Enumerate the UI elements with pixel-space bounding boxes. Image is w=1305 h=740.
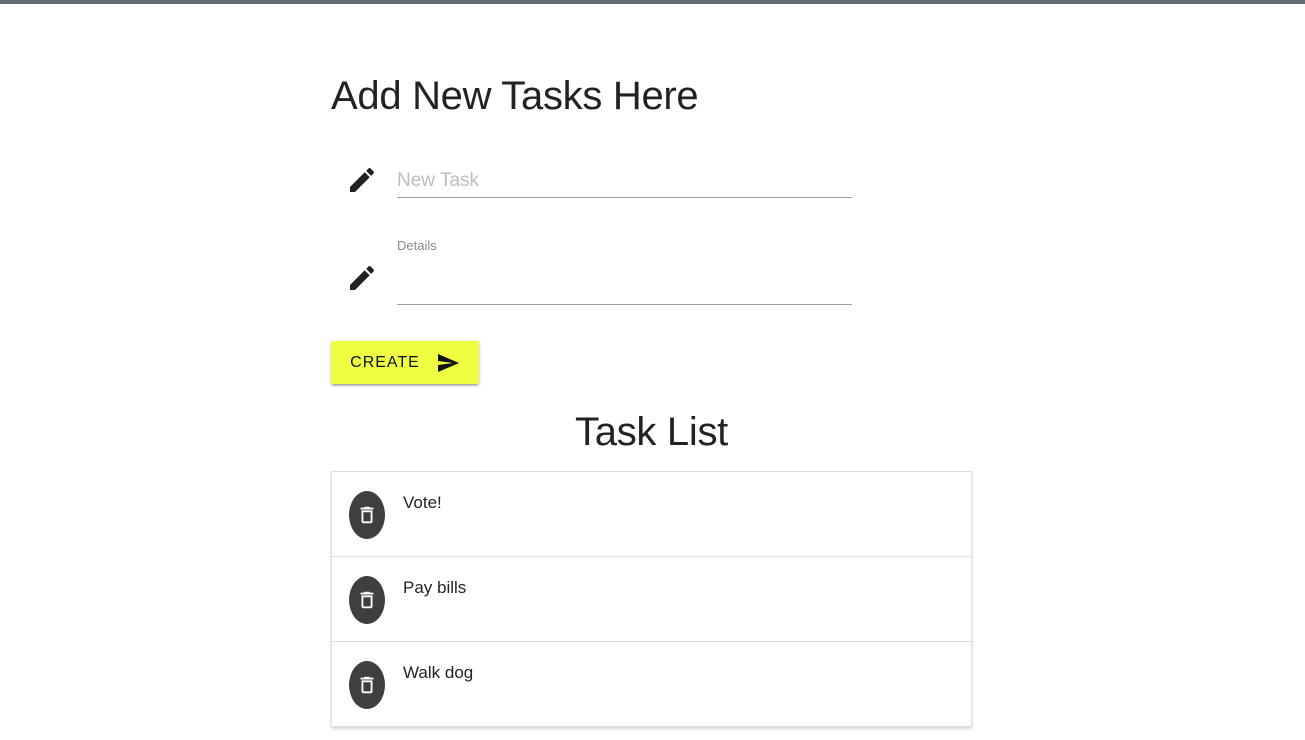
- new-task-input[interactable]: [397, 164, 852, 198]
- page-title: Add New Tasks Here: [331, 74, 699, 118]
- task-list-title: Task List: [575, 410, 728, 454]
- delete-task-button[interactable]: [349, 491, 385, 539]
- task-item: Vote!: [332, 472, 971, 557]
- send-icon: [436, 351, 460, 375]
- task-title: Vote!: [403, 493, 442, 512]
- top-app-bar-edge: [0, 0, 1305, 4]
- delete-task-button[interactable]: [349, 661, 385, 709]
- trash-icon: [356, 504, 378, 526]
- pencil-icon: [346, 164, 378, 196]
- task-list: Vote! Pay bills Walk dog: [331, 471, 972, 727]
- task-item: Walk dog: [332, 642, 971, 726]
- pencil-icon: [346, 262, 378, 294]
- task-title: Walk dog: [403, 663, 474, 682]
- trash-icon: [356, 589, 378, 611]
- create-button[interactable]: CREATE: [331, 341, 479, 384]
- details-input[interactable]: [397, 271, 852, 305]
- details-field-row: Details: [331, 236, 853, 305]
- trash-icon: [356, 674, 378, 696]
- task-title: Pay bills: [403, 578, 467, 597]
- details-label: Details: [397, 238, 437, 253]
- task-field-row: [331, 150, 853, 210]
- task-item: Pay bills: [332, 557, 971, 642]
- create-button-label: CREATE: [350, 353, 420, 371]
- delete-task-button[interactable]: [349, 576, 385, 624]
